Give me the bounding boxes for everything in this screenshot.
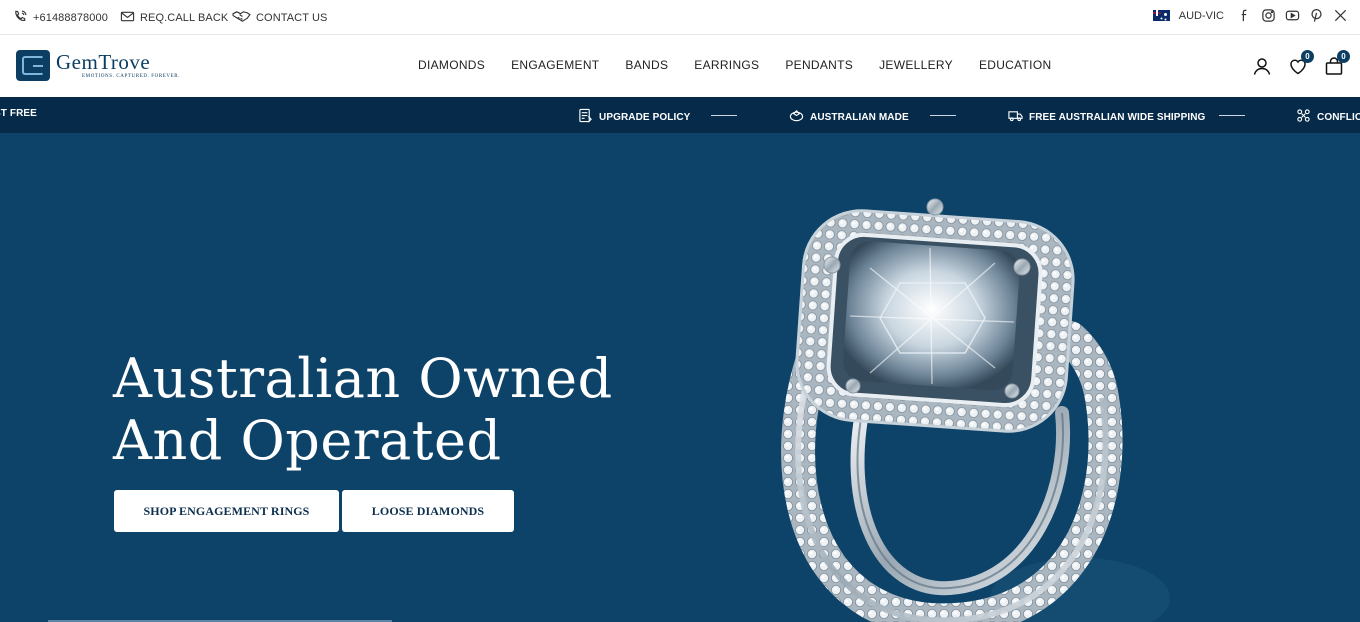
x-icon[interactable] [1333,8,1348,23]
wishlist-button[interactable]: 0 [1288,50,1314,76]
marquee-item-label: AUSTRALIAN MADE [810,111,909,123]
marquee-item: CONFLIC [1296,108,1360,126]
instagram-icon[interactable] [1261,8,1276,23]
pinterest-icon[interactable] [1309,8,1324,23]
wishlist-count-badge: 0 [1301,50,1314,63]
logo-tagline: EMOTIONS. CAPTURED. FOREVER. [82,74,181,79]
mail-icon [120,9,135,27]
marquee-item-label: CONFLIC [1317,111,1360,123]
nav-item-bands[interactable]: BANDS [625,58,668,72]
marquee-item-label: UPGRADE POLICY [599,111,691,123]
handshake-icon [232,9,251,27]
marquee-separator [711,115,737,116]
marquee-item-label: FREE AUSTRALIAN WIDE SHIPPING [1029,111,1206,123]
upgrade-policy-icon [578,108,593,126]
marquee-item: UPGRADE POLICY [578,108,690,126]
hero-title-line-1: Australian Owned [113,347,613,410]
marquee-item-label: ST FREE [0,108,37,119]
marquee-separator [1219,115,1245,116]
account-button[interactable] [1252,56,1272,76]
marquee-item: FREE AUSTRALIAN WIDE SHIPPING [1008,108,1205,126]
request-call-back-link[interactable]: REQ.CALL BACK [120,9,228,27]
site-logo[interactable]: GemTrove EMOTIONS. CAPTURED. FOREVER. [16,50,180,81]
facebook-icon[interactable] [1237,8,1252,23]
benefits-marquee: ST FREE UPGRADE POLICY AUSTRALIAN MADE F… [0,97,1360,133]
contact-us-link[interactable]: CONTACT US [232,9,328,27]
cart-count-badge: 0 [1337,50,1350,63]
delivery-truck-icon [1008,108,1023,126]
marquee-separator [930,115,956,116]
nav-item-pendants[interactable]: PENDANTS [785,58,853,72]
top-utility-bar: +61488878000 REQ.CALL BACK CONTACT US AU… [0,0,1360,35]
hero-title: Australian Owned And Operated [113,348,613,472]
engagement-ring-image [781,198,1170,622]
conflict-free-icon [1296,108,1311,126]
australia-flag-icon [1152,10,1170,21]
nav-item-jewellery[interactable]: JEWELLERY [879,58,953,72]
marquee-item: AUSTRALIAN MADE [789,108,909,126]
nav-item-earrings[interactable]: EARRINGS [694,58,759,72]
hero-title-line-2: And Operated [113,409,502,472]
phone-number: +61488878000 [33,12,108,24]
main-navigation: DIAMONDS ENGAGEMENT BANDS EARRINGS PENDA… [418,58,1077,72]
shop-engagement-rings-button[interactable]: SHOP ENGAGEMENT RINGS [114,490,339,532]
contact-us-label: CONTACT US [256,12,328,24]
hero-banner: Australian Owned And Operated SHOP ENGAG… [0,133,1360,622]
diamond-ring-icon [789,108,804,126]
phone-link[interactable]: +61488878000 [13,9,108,27]
user-icon [1253,58,1271,75]
cart-button[interactable]: 0 [1324,50,1350,76]
logo-mark-icon [16,50,50,81]
currency-selector[interactable]: AUD-VIC [1179,10,1224,22]
nav-item-education[interactable]: EDUCATION [979,58,1051,72]
youtube-icon[interactable] [1285,8,1300,23]
nav-item-diamonds[interactable]: DIAMONDS [418,58,485,72]
logo-name: GemTrove [56,50,151,74]
header-actions: 0 0 [1252,50,1350,76]
phone-icon [13,9,28,27]
nav-item-engagement[interactable]: ENGAGEMENT [511,58,599,72]
loose-diamonds-button[interactable]: LOOSE DIAMONDS [342,490,514,532]
main-header: GemTrove EMOTIONS. CAPTURED. FOREVER. DI… [0,36,1360,97]
request-call-back-label: REQ.CALL BACK [140,12,229,24]
marquee-item: ST FREE [0,108,37,119]
topbar-right-group: AUD-VIC [1152,8,1348,23]
